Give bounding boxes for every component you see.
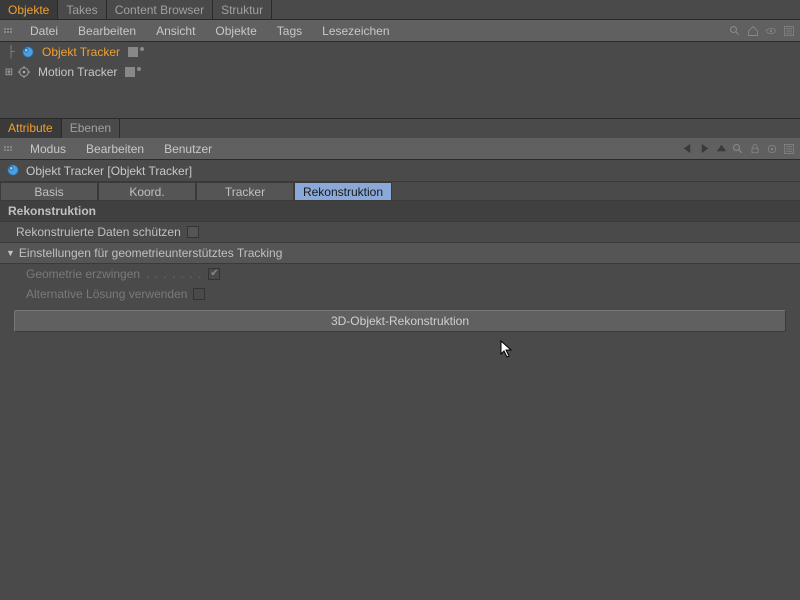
- motion-tracker-icon: [16, 64, 32, 80]
- prop-tab-basis[interactable]: Basis: [0, 182, 98, 200]
- attribute-menubar: Modus Bearbeiten Benutzer: [0, 138, 800, 160]
- tab-ebenen[interactable]: Ebenen: [62, 119, 120, 138]
- object-header: Objekt Tracker [Objekt Tracker]: [0, 160, 800, 182]
- menu-lesezeichen[interactable]: Lesezeichen: [312, 22, 399, 40]
- sphere-icon: [6, 163, 22, 179]
- menu-bearbeiten[interactable]: Bearbeiten: [76, 140, 154, 158]
- target-icon[interactable]: [765, 142, 779, 156]
- tree-tags[interactable]: [125, 67, 141, 77]
- sub-section-title: Einstellungen für geometrieunterstütztes…: [19, 246, 282, 260]
- grip-icon[interactable]: [4, 24, 14, 38]
- alt-solution-checkbox[interactable]: [193, 288, 205, 300]
- lock-icon[interactable]: [748, 142, 762, 156]
- cursor-icon: [500, 340, 514, 363]
- tab-content-browser[interactable]: Content Browser: [107, 0, 213, 19]
- prop-tab-koord[interactable]: Koord.: [98, 182, 196, 200]
- panel-menu-icon[interactable]: [782, 24, 796, 38]
- menu-datei[interactable]: Datei: [20, 22, 68, 40]
- menu-benutzer[interactable]: Benutzer: [154, 140, 222, 158]
- tree-label[interactable]: Motion Tracker: [34, 65, 121, 79]
- tab-bar-spacer: [272, 0, 800, 19]
- protect-data-label: Rekonstruierte Daten schützen: [16, 225, 181, 239]
- tab-struktur[interactable]: Struktur: [213, 0, 272, 19]
- prop-tab-rekonstruktion[interactable]: Rekonstruktion: [294, 182, 392, 200]
- protect-data-checkbox[interactable]: [187, 226, 199, 238]
- layer-tag-icon[interactable]: [125, 67, 135, 77]
- tab-takes[interactable]: Takes: [58, 0, 106, 19]
- property-tabs: Basis Koord. Tracker Rekonstruktion: [0, 182, 800, 201]
- search-icon[interactable]: [731, 142, 745, 156]
- row-protect-data: Rekonstruierte Daten schützen: [0, 222, 800, 242]
- menu-tags[interactable]: Tags: [267, 22, 312, 40]
- prop-tab-tracker[interactable]: Tracker: [196, 182, 294, 200]
- sphere-icon: [20, 44, 36, 60]
- tree-connector-icon: ├: [4, 46, 18, 58]
- row-alt-solution: Alternative Lösung verwenden: [0, 284, 800, 304]
- tree-row-motion-tracker[interactable]: ⊞ Motion Tracker: [0, 62, 800, 82]
- tree-label[interactable]: Objekt Tracker: [38, 45, 124, 59]
- attribute-panel-tabs: Attribute Ebenen: [0, 119, 800, 138]
- section-heading-rekonstruktion: Rekonstruktion: [0, 201, 800, 222]
- tree-row-objekt-tracker[interactable]: ├ Objekt Tracker: [0, 42, 800, 62]
- expand-icon[interactable]: ⊞: [4, 67, 14, 78]
- objects-menubar: Datei Bearbeiten Ansicht Objekte Tags Le…: [0, 20, 800, 42]
- menu-bearbeiten[interactable]: Bearbeiten: [68, 22, 146, 40]
- nav-up-icon[interactable]: [714, 142, 728, 156]
- grip-icon[interactable]: [4, 142, 14, 156]
- tab-objekte[interactable]: Objekte: [0, 0, 58, 19]
- menu-objekte[interactable]: Objekte: [205, 22, 266, 40]
- search-icon[interactable]: [728, 24, 742, 38]
- triangle-down-icon: ▼: [6, 248, 15, 258]
- nav-forward-icon[interactable]: [697, 142, 711, 156]
- menu-ansicht[interactable]: Ansicht: [146, 22, 205, 40]
- home-icon[interactable]: [746, 24, 760, 38]
- menu-modus[interactable]: Modus: [20, 140, 76, 158]
- layer-tag-icon[interactable]: [128, 47, 138, 57]
- visibility-dot-icon[interactable]: [137, 67, 141, 71]
- object-header-title: Objekt Tracker [Objekt Tracker]: [26, 164, 192, 178]
- objects-panel-tabs: Objekte Takes Content Browser Struktur: [0, 0, 800, 20]
- 3d-reconstruction-button[interactable]: 3D-Objekt-Rekonstruktion: [14, 310, 786, 332]
- panel-menu-icon[interactable]: [782, 142, 796, 156]
- eye-icon[interactable]: [764, 24, 778, 38]
- force-geometry-checkbox[interactable]: ✔: [208, 268, 220, 280]
- object-tree: ├ Objekt Tracker ⊞ Motion Tracker: [0, 42, 800, 94]
- visibility-dot-icon[interactable]: [140, 47, 144, 51]
- alt-solution-label: Alternative Lösung verwenden: [26, 287, 187, 301]
- row-force-geometry: Geometrie erzwingen . . . . . . . ✔: [0, 264, 800, 284]
- dots-separator: . . . . . . .: [146, 267, 202, 281]
- tab-bar-spacer: [120, 119, 800, 138]
- tree-tags[interactable]: [128, 47, 144, 57]
- sub-section-geometry-settings[interactable]: ▼ Einstellungen für geometrieunterstützt…: [0, 242, 800, 264]
- nav-back-icon[interactable]: [680, 142, 694, 156]
- tab-attribute[interactable]: Attribute: [0, 119, 62, 138]
- force-geometry-label: Geometrie erzwingen: [26, 267, 140, 281]
